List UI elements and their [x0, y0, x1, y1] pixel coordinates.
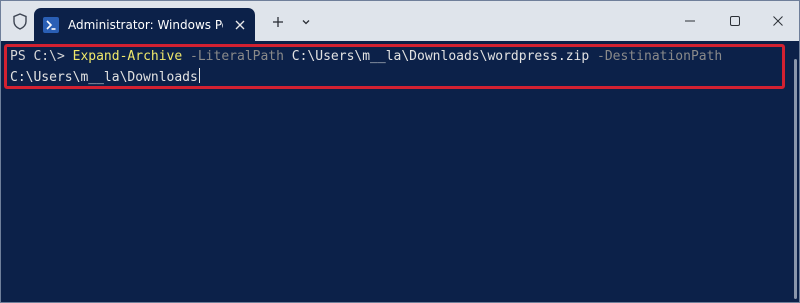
- close-icon[interactable]: [233, 17, 247, 31]
- minimize-button[interactable]: [667, 1, 713, 41]
- tab-powershell[interactable]: Administrator: Windows PowerShell: [34, 8, 255, 41]
- maximize-icon: [730, 16, 740, 26]
- chevron-down-icon: [302, 20, 310, 25]
- close-window-button[interactable]: [755, 1, 799, 41]
- scrollbar[interactable]: [794, 59, 797, 299]
- tab-dropdown-button[interactable]: [292, 10, 320, 34]
- new-tab-button[interactable]: [264, 10, 292, 34]
- title-bar[interactable]: Administrator: Windows PowerShell: [1, 1, 799, 41]
- plus-icon: [273, 17, 283, 27]
- shield-icon: [12, 13, 28, 30]
- command-highlight-box: [4, 44, 785, 89]
- maximize-button[interactable]: [712, 1, 758, 41]
- terminal-console[interactable]: PS C:\> Expand-Archive -LiteralPath C:\U…: [1, 41, 799, 302]
- tab-title: Administrator: Windows PowerShell: [68, 18, 223, 32]
- close-icon: [773, 16, 783, 26]
- powershell-icon: [43, 17, 59, 33]
- minimize-icon: [685, 20, 695, 22]
- terminal-window: Administrator: Windows PowerShell: [0, 0, 800, 303]
